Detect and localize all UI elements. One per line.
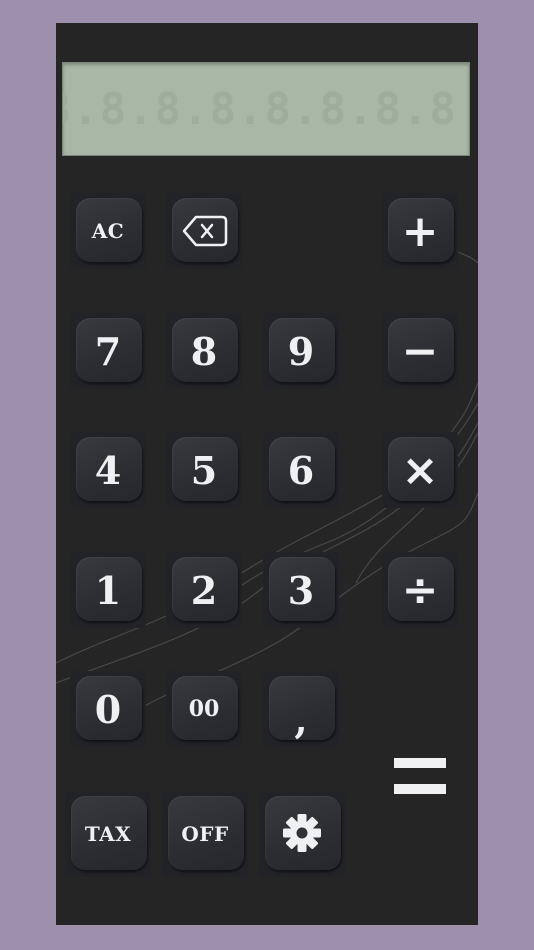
- display-value: 1.8.8.8.8.8.8.8.8: [63, 83, 457, 135]
- off-label: OFF: [181, 822, 229, 846]
- digit-0-label: 0: [94, 686, 122, 732]
- digit-6-label: 6: [287, 447, 315, 493]
- digit-1-button[interactable]: 1: [70, 552, 146, 628]
- clear-all-label: AC: [91, 219, 125, 243]
- digit-7-label: 7: [94, 328, 122, 374]
- equals-button[interactable]: [392, 750, 448, 800]
- digit-8-label: 8: [190, 328, 218, 374]
- digit-5-label: 5: [190, 447, 218, 493]
- equals-icon-lower-bar: [394, 784, 446, 794]
- off-button[interactable]: OFF: [162, 791, 248, 877]
- multiply-label: ×: [401, 444, 439, 496]
- digit-9-button[interactable]: 9: [263, 313, 339, 389]
- divide-label: ÷: [401, 564, 439, 616]
- digit-4-button[interactable]: 4: [70, 432, 146, 508]
- minus-label: −: [401, 325, 439, 377]
- divide-button[interactable]: ÷: [382, 552, 458, 628]
- digit-6-button[interactable]: 6: [263, 432, 339, 508]
- gear-icon: [283, 814, 321, 852]
- digit-2-button[interactable]: 2: [166, 552, 242, 628]
- minus-button[interactable]: −: [382, 313, 458, 389]
- tax-button[interactable]: TAX: [65, 791, 151, 877]
- comma-label: ,: [294, 696, 308, 742]
- double-zero-label: 00: [188, 696, 220, 722]
- digit-2-label: 2: [190, 567, 218, 613]
- digit-4-label: 4: [94, 447, 122, 493]
- digit-5-button[interactable]: 5: [166, 432, 242, 508]
- digit-0-button[interactable]: 0: [70, 671, 146, 747]
- backspace-icon: [182, 215, 228, 247]
- double-zero-button[interactable]: 00: [166, 671, 242, 747]
- display-screen: 1.8.8.8.8.8.8.8.8: [62, 62, 470, 156]
- plus-button[interactable]: +: [382, 193, 458, 269]
- digit-3-button[interactable]: 3: [263, 552, 339, 628]
- plus-label: +: [401, 205, 439, 257]
- comma-button[interactable]: ,: [263, 671, 339, 747]
- backspace-button[interactable]: [166, 193, 242, 269]
- digit-3-label: 3: [287, 567, 315, 613]
- digit-9-label: 9: [287, 328, 315, 374]
- settings-button[interactable]: [259, 791, 345, 877]
- clear-all-button[interactable]: AC: [70, 193, 146, 269]
- multiply-button[interactable]: ×: [382, 432, 458, 508]
- digit-1-label: 1: [94, 567, 122, 613]
- digit-8-button[interactable]: 8: [166, 313, 242, 389]
- calculator-device: 1.8.8.8.8.8.8.8.8 AC + 7 8 9 − 4 5 6 × 1: [56, 23, 478, 925]
- tax-label: TAX: [84, 822, 132, 846]
- digit-7-button[interactable]: 7: [70, 313, 146, 389]
- equals-icon: [394, 758, 446, 768]
